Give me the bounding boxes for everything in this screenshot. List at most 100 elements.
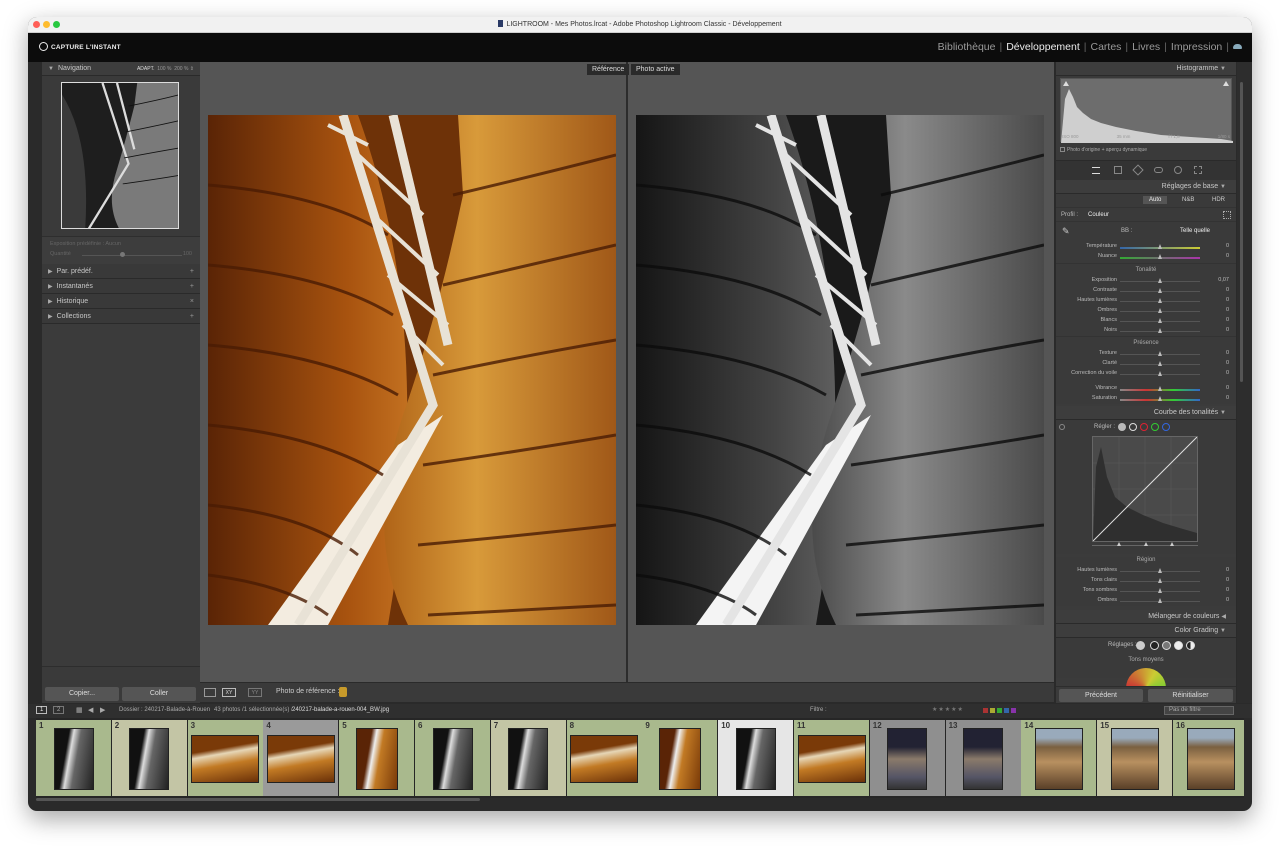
- filter-dropdown[interactable]: Pas de filtre: [1164, 706, 1234, 715]
- slider-value[interactable]: 0: [1226, 587, 1229, 593]
- global-wheel-icon[interactable]: [1186, 641, 1195, 650]
- slider-knob[interactable]: [1157, 568, 1162, 573]
- filmstrip-cell[interactable]: 1: [36, 720, 111, 796]
- filmstrip-cell[interactable]: 7: [490, 720, 566, 796]
- filmstrip-thumbnail[interactable]: [887, 728, 928, 790]
- histogram-graph[interactable]: [1060, 78, 1233, 143]
- filmstrip-cell[interactable]: 9: [642, 720, 718, 796]
- filmstrip-cell[interactable]: 12: [869, 720, 945, 796]
- module-bibliotheque[interactable]: Bibliothèque: [938, 41, 996, 53]
- filmstrip-cell[interactable]: 8: [566, 720, 642, 796]
- left-section-1[interactable]: ▶ Instantanés +: [42, 279, 200, 294]
- paste-settings-button[interactable]: Coller: [122, 687, 196, 701]
- slider-value[interactable]: 0: [1226, 597, 1229, 603]
- slider-value[interactable]: 0: [1226, 360, 1229, 366]
- compare-view-icon[interactable]: XY: [222, 688, 236, 697]
- navigator-header[interactable]: ▼ Navigation ADAPT. 100 % 200 % ⇕: [42, 62, 200, 76]
- highlight-clipping-icon[interactable]: [1223, 81, 1229, 86]
- slider-value[interactable]: 0: [1226, 307, 1229, 313]
- slider-value[interactable]: 0: [1226, 327, 1229, 333]
- amount-slider-knob[interactable]: [120, 252, 125, 257]
- slider-value[interactable]: 0: [1226, 567, 1229, 573]
- reset-button[interactable]: Réinitialiser: [1148, 689, 1233, 702]
- lock-icon[interactable]: [339, 687, 347, 697]
- slider-value[interactable]: 0: [1226, 287, 1229, 293]
- crop-icon[interactable]: [1114, 166, 1122, 174]
- filmstrip-thumbnail[interactable]: [508, 728, 549, 790]
- slider-knob[interactable]: [1157, 386, 1162, 391]
- source-path[interactable]: Dossier : 240217-Balade-à-Rouen: [119, 707, 210, 713]
- left-section-0[interactable]: ▶ Par. prédéf. +: [42, 264, 200, 279]
- slider-value[interactable]: 0,07: [1218, 277, 1229, 283]
- slider-value[interactable]: 0: [1226, 317, 1229, 323]
- parametric-curve-icon[interactable]: [1118, 423, 1126, 431]
- wb-dropdown[interactable]: Telle quelle: [1180, 228, 1210, 234]
- green-channel-icon[interactable]: [1151, 423, 1159, 431]
- profile-browser-icon[interactable]: [1223, 211, 1231, 219]
- original-preview-toggle[interactable]: Photo d'origine + aperçu dynamique: [1060, 147, 1147, 153]
- color-wheel[interactable]: [1126, 668, 1166, 688]
- slider-knob[interactable]: [1157, 598, 1162, 603]
- forward-arrow-icon[interactable]: ▶: [100, 706, 105, 714]
- midtones-wheel-icon[interactable]: [1162, 641, 1171, 650]
- second-screen-button[interactable]: 2: [53, 706, 65, 714]
- filmstrip-cell[interactable]: 13: [945, 720, 1021, 796]
- filmstrip-scrollbar[interactable]: [36, 798, 480, 801]
- slider-knob[interactable]: [1157, 396, 1162, 401]
- highlights-wheel-icon[interactable]: [1174, 641, 1183, 650]
- main-screen-button[interactable]: 1: [36, 706, 48, 714]
- healing-icon[interactable]: [1132, 164, 1144, 176]
- red-channel-icon[interactable]: [1140, 423, 1148, 431]
- filmstrip-thumbnail[interactable]: [1034, 728, 1083, 790]
- masking-icon[interactable]: [1174, 166, 1182, 174]
- filmstrip-cell[interactable]: 5: [339, 720, 415, 796]
- left-section-2[interactable]: ▶ Historique ×: [42, 294, 200, 309]
- profile-dropdown[interactable]: Couleur: [1088, 212, 1109, 218]
- tone-curve-graph[interactable]: [1092, 436, 1198, 542]
- reference-photo[interactable]: [208, 115, 616, 625]
- zoom-fit-option[interactable]: ADAPT.: [137, 66, 155, 72]
- selection-icon[interactable]: [1194, 166, 1202, 174]
- slider-knob[interactable]: [1157, 288, 1162, 293]
- filmstrip-cell[interactable]: 4: [263, 720, 339, 796]
- filmstrip-thumbnail[interactable]: [1186, 728, 1235, 790]
- left-section-action-button[interactable]: +: [190, 309, 194, 324]
- module-developpement[interactable]: Développement: [1006, 41, 1080, 53]
- slider-knob[interactable]: [1157, 298, 1162, 303]
- slider-knob[interactable]: [1157, 588, 1162, 593]
- filmstrip-thumbnail[interactable]: [963, 728, 1004, 790]
- slider-value[interactable]: 0: [1226, 370, 1229, 376]
- grid-icon[interactable]: ▦: [76, 706, 83, 714]
- amount-slider-track[interactable]: [82, 255, 182, 256]
- copy-settings-button[interactable]: Copier...: [45, 687, 119, 701]
- filmstrip-thumbnail[interactable]: [129, 728, 170, 790]
- slider-value[interactable]: 0: [1226, 385, 1229, 391]
- slider-knob[interactable]: [1157, 361, 1162, 366]
- tone-curve-header[interactable]: Courbe des tonalités ▼: [1056, 406, 1236, 420]
- filmstrip-cell[interactable]: 3: [187, 720, 263, 796]
- filmstrip-thumbnail[interactable]: [658, 728, 701, 790]
- filmstrip-cell[interactable]: 16: [1173, 720, 1244, 796]
- shadow-clipping-icon[interactable]: [1063, 81, 1069, 86]
- rating-filter-stars[interactable]: ★★★★★: [932, 706, 964, 713]
- blue-channel-icon[interactable]: [1162, 423, 1170, 431]
- filmstrip-thumbnail[interactable]: [797, 735, 866, 783]
- basic-header[interactable]: Réglages de base ▼: [1056, 180, 1236, 194]
- auto-button[interactable]: Auto: [1143, 196, 1168, 204]
- slider-value[interactable]: 0: [1226, 577, 1229, 583]
- slider-knob[interactable]: [1157, 371, 1162, 376]
- module-livres[interactable]: Livres: [1132, 41, 1160, 53]
- shadows-wheel-icon[interactable]: [1150, 641, 1159, 650]
- purple-label-filter[interactable]: [1011, 708, 1016, 713]
- color-mixer-header[interactable]: Mélangeur de couleurs ◀: [1056, 610, 1236, 624]
- slider-value[interactable]: 0: [1226, 243, 1229, 249]
- filmstrip-thumbnail[interactable]: [1110, 728, 1159, 790]
- slider-knob[interactable]: [1158, 278, 1163, 283]
- compare-divider[interactable]: [626, 62, 628, 682]
- split-point-2[interactable]: [1144, 542, 1148, 546]
- cloud-sync-icon[interactable]: [1233, 44, 1242, 49]
- split-point-3[interactable]: [1170, 542, 1174, 546]
- slider-knob[interactable]: [1157, 328, 1162, 333]
- slider-knob[interactable]: [1157, 578, 1162, 583]
- slider-knob[interactable]: [1157, 318, 1162, 323]
